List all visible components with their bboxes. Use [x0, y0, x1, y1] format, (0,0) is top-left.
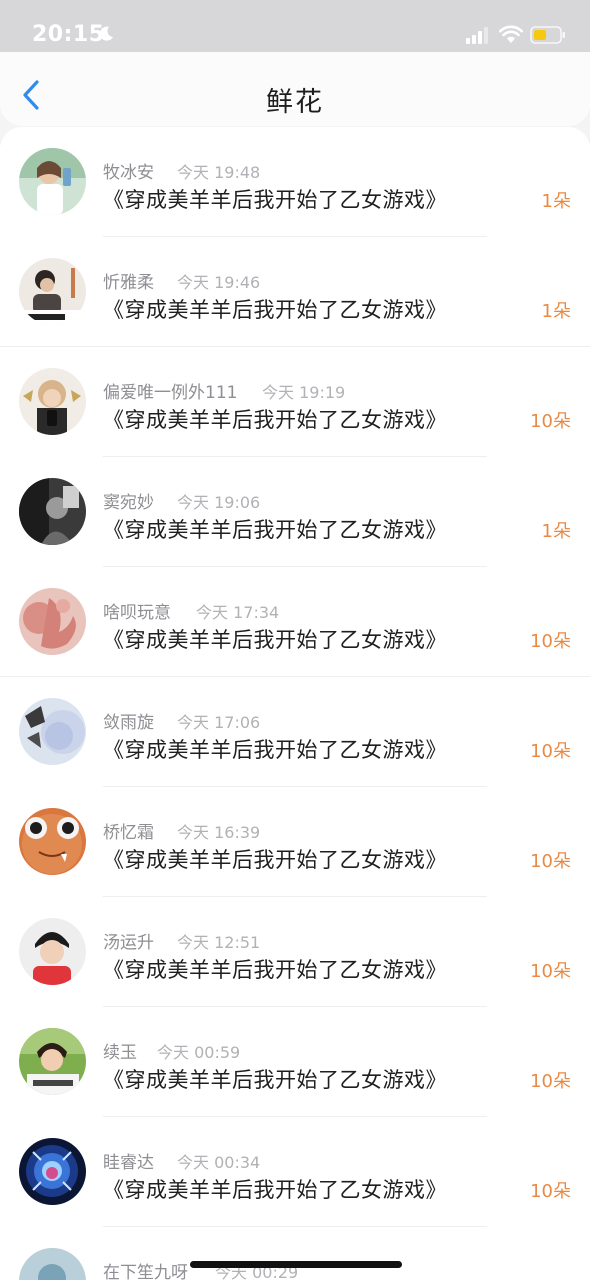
user-name[interactable]: 桥忆霜	[103, 818, 154, 843]
avatar[interactable]	[19, 808, 86, 875]
status-bar: 20:15	[0, 0, 590, 52]
flower-count: 10朵	[530, 961, 571, 982]
signal-icon	[466, 27, 488, 44]
user-name[interactable]: 牧冰安	[103, 158, 154, 183]
user-name[interactable]: 汤运升	[103, 928, 154, 953]
avatar[interactable]	[19, 918, 86, 985]
book-title[interactable]: 《穿成美羊羊后我开始了乙女游戏》	[103, 954, 447, 984]
avatar[interactable]	[19, 258, 86, 325]
list-item[interactable]: 牧冰安 今天 19:48 《穿成美羊羊后我开始了乙女游戏》 1朵	[0, 127, 590, 237]
message-time: 今天 00:59	[157, 1043, 241, 1062]
book-title[interactable]: 《穿成美羊羊后我开始了乙女游戏》	[103, 404, 447, 434]
flower-count: 1朵	[541, 301, 571, 322]
user-name[interactable]: 偏爱唯一例外111	[103, 378, 237, 403]
message-time: 今天 12:51	[177, 933, 261, 952]
list-item[interactable]: 偏爱唯一例外111 今天 19:19 《穿成美羊羊后我开始了乙女游戏》 10朵	[0, 347, 590, 457]
battery-icon	[530, 26, 565, 44]
list-item[interactable]: 桥忆霜 今天 16:39 《穿成美羊羊后我开始了乙女游戏》 10朵	[0, 787, 590, 897]
flower-count: 10朵	[530, 741, 571, 762]
book-title[interactable]: 《穿成美羊羊后我开始了乙女游戏》	[103, 1174, 447, 1204]
list-item[interactable]: 眭睿达 今天 00:34 《穿成美羊羊后我开始了乙女游戏》 10朵	[0, 1117, 590, 1227]
message-time: 今天 19:48	[177, 163, 261, 182]
list-item[interactable]: 在下笙九呀 今天 00:29	[0, 1227, 590, 1280]
user-name[interactable]: 啥呗玩意	[103, 598, 171, 623]
flower-count: 10朵	[530, 1181, 571, 1202]
book-title[interactable]: 《穿成美羊羊后我开始了乙女游戏》	[103, 184, 447, 214]
user-name[interactable]: 敛雨旋	[103, 708, 154, 733]
screen: 20:15 鲜花 牧冰安 今天 19:48 《穿成美羊羊后我开始了乙女游戏》 1…	[0, 0, 590, 1280]
moon-icon	[99, 26, 113, 41]
flower-count: 10朵	[530, 1071, 571, 1092]
message-time: 今天 19:19	[262, 383, 346, 402]
message-time: 今天 00:34	[177, 1153, 261, 1172]
user-name[interactable]: 续玉	[103, 1038, 137, 1063]
avatar[interactable]	[19, 478, 86, 545]
wifi-icon	[499, 25, 523, 43]
flower-list[interactable]: 牧冰安 今天 19:48 《穿成美羊羊后我开始了乙女游戏》 1朵 忻雅柔 今天 …	[0, 127, 590, 1280]
book-title[interactable]: 《穿成美羊羊后我开始了乙女游戏》	[103, 844, 447, 874]
flower-count: 10朵	[530, 851, 571, 872]
message-time: 今天 19:46	[177, 273, 261, 292]
avatar[interactable]	[19, 588, 86, 655]
avatar[interactable]	[19, 368, 86, 435]
book-title[interactable]: 《穿成美羊羊后我开始了乙女游戏》	[103, 294, 447, 324]
page-title: 鲜花	[266, 87, 324, 118]
message-time: 今天 17:34	[196, 603, 280, 622]
message-time: 今天 16:39	[177, 823, 261, 842]
user-name[interactable]: 在下笙九呀	[103, 1258, 188, 1280]
avatar[interactable]	[19, 1028, 86, 1095]
list-item[interactable]: 忻雅柔 今天 19:46 《穿成美羊羊后我开始了乙女游戏》 1朵	[0, 237, 590, 347]
flower-count: 10朵	[530, 411, 571, 432]
list-item[interactable]: 窦宛妙 今天 19:06 《穿成美羊羊后我开始了乙女游戏》 1朵	[0, 457, 590, 567]
message-time: 今天 19:06	[177, 493, 261, 512]
flower-count: 1朵	[541, 191, 571, 212]
avatar[interactable]	[19, 148, 86, 215]
list-item[interactable]: 汤运升 今天 12:51 《穿成美羊羊后我开始了乙女游戏》 10朵	[0, 897, 590, 1007]
user-name[interactable]: 眭睿达	[103, 1148, 154, 1173]
book-title[interactable]: 《穿成美羊羊后我开始了乙女游戏》	[103, 514, 447, 544]
message-time: 今天 17:06	[177, 713, 261, 732]
flower-count: 1朵	[541, 521, 571, 542]
list-item[interactable]: 啥呗玩意 今天 17:34 《穿成美羊羊后我开始了乙女游戏》 10朵	[0, 567, 590, 677]
list-item[interactable]: 敛雨旋 今天 17:06 《穿成美羊羊后我开始了乙女游戏》 10朵	[0, 677, 590, 787]
user-name[interactable]: 窦宛妙	[103, 488, 154, 513]
flower-count: 10朵	[530, 631, 571, 652]
avatar[interactable]	[19, 1138, 86, 1205]
book-title[interactable]: 《穿成美羊羊后我开始了乙女游戏》	[103, 624, 447, 654]
avatar[interactable]	[19, 698, 86, 765]
book-title[interactable]: 《穿成美羊羊后我开始了乙女游戏》	[103, 1064, 447, 1094]
home-indicator[interactable]	[190, 1261, 402, 1268]
avatar[interactable]	[19, 1248, 86, 1280]
status-time: 20:15	[32, 22, 105, 47]
book-title[interactable]: 《穿成美羊羊后我开始了乙女游戏》	[103, 734, 447, 764]
list-item[interactable]: 续玉 今天 00:59 《穿成美羊羊后我开始了乙女游戏》 10朵	[0, 1007, 590, 1117]
user-name[interactable]: 忻雅柔	[103, 268, 154, 293]
nav-bar: 鲜花	[0, 52, 590, 126]
